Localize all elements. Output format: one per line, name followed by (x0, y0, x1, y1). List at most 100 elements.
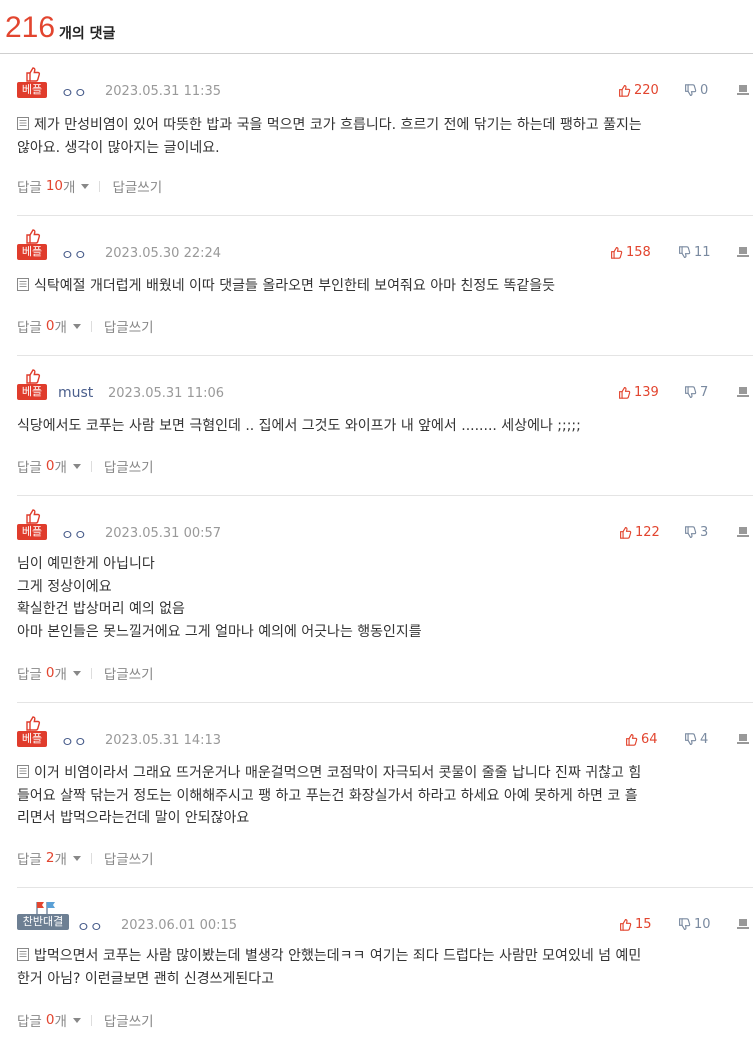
reply-unit: 개 (54, 667, 67, 683)
comment-date: 2023.05.31 11:35 (105, 84, 222, 99)
author-name[interactable]: ㅇㅇ (61, 732, 87, 752)
comment-line: 님이 예민한게 아닙니다 (17, 556, 155, 572)
thumbs-up-icon (610, 246, 623, 259)
author-name[interactable]: ㅇㅇ (77, 917, 103, 937)
best-thumb-icon (24, 228, 42, 244)
like-button[interactable]: 220 (618, 83, 659, 98)
reply-unit: 개 (54, 460, 67, 476)
like-count: 64 (641, 732, 658, 747)
document-icon (17, 948, 29, 961)
report-icon[interactable] (737, 526, 749, 538)
best-thumb-icon (24, 66, 42, 82)
comment-count-label: 개의 댓글 (59, 26, 116, 42)
like-count: 122 (635, 525, 660, 540)
reply-count: 0 (45, 458, 55, 474)
dislike-button[interactable]: 4 (684, 732, 708, 747)
dislike-button[interactable]: 0 (684, 83, 708, 98)
author-name[interactable]: must (58, 385, 93, 401)
chevron-down-icon (72, 323, 81, 329)
like-count: 15 (635, 917, 652, 932)
thumbs-up-icon (618, 84, 631, 97)
divider (90, 852, 92, 864)
write-reply-button[interactable]: 답글쓰기 (112, 176, 162, 196)
comment-line: 않아요. 생각이 많아지는 글이네요. (17, 139, 220, 156)
write-reply-button[interactable]: 답글쓰기 (104, 316, 154, 336)
best-badge: 베플 (17, 368, 47, 400)
reply-count: 0 (45, 665, 55, 681)
divider (90, 1014, 92, 1026)
dislike-button[interactable]: 11 (678, 245, 711, 260)
comment-date: 2023.05.31 14:13 (105, 733, 222, 748)
thumbs-up-icon (618, 386, 631, 399)
like-count: 158 (626, 245, 651, 260)
reply-count: 10 (45, 178, 64, 194)
comment-item: 찬반대결 ㅇㅇ 2023.06.01 00:15 15 10 밥먹으면서 코푸는… (17, 888, 753, 1042)
reply-label: 답글 (17, 460, 42, 476)
thumbs-down-icon (678, 918, 691, 931)
like-button[interactable]: 158 (610, 245, 651, 260)
badge-label: 베플 (17, 731, 47, 747)
comment-date: 2023.05.31 11:06 (108, 386, 225, 401)
reply-unit: 개 (54, 320, 67, 336)
best-badge: 베플 (17, 508, 47, 540)
reply-toggle[interactable]: 답글 10 개 답글쓰기 (17, 176, 162, 196)
reply-count: 2 (45, 850, 55, 866)
comment-line: 리면서 밥먹으라는건데 말이 안되잖아요 (17, 810, 250, 826)
like-button[interactable]: 122 (619, 525, 660, 540)
badge-label: 찬반대결 (17, 914, 69, 930)
author-name[interactable]: ㅇㅇ (61, 245, 87, 265)
comment-line: 확실한건 밥상머리 예의 없음 (17, 601, 185, 617)
comment-item: 베플 must 2023.05.31 11:06 139 7 식당에서도 코푸는… (17, 356, 753, 496)
report-icon[interactable] (737, 918, 749, 930)
comment-body: 밥먹으면서 코푸는 사람 많이봤는데 별생각 안했는데ㅋㅋ 여기는 죄다 드럽다… (17, 945, 745, 990)
report-icon[interactable] (737, 386, 749, 398)
reply-toggle[interactable]: 답글 0개 답글쓰기 (17, 316, 154, 336)
dislike-button[interactable]: 10 (678, 917, 711, 932)
dislike-button[interactable]: 7 (684, 385, 708, 400)
thumbs-down-icon (684, 526, 697, 539)
reply-unit: 개 (54, 1014, 67, 1030)
author-name[interactable]: ㅇㅇ (61, 525, 87, 545)
comment-date: 2023.06.01 00:15 (121, 918, 238, 933)
best-badge: 베플 (17, 715, 47, 747)
badge-label: 베플 (17, 524, 47, 540)
comment-line: 한거 아님? 이런글보면 괜히 신경쓰게된다고 (17, 970, 275, 987)
vs-badge: 찬반대결 (17, 900, 69, 930)
report-icon[interactable] (737, 733, 749, 745)
badge-label: 베플 (17, 244, 47, 260)
like-button[interactable]: 64 (625, 732, 658, 747)
reply-toggle[interactable]: 답글 2개 답글쓰기 (17, 848, 154, 868)
thumbs-down-icon (678, 246, 691, 259)
like-button[interactable]: 15 (619, 917, 652, 932)
like-count: 220 (634, 83, 659, 98)
comment-body: 제가 만성비염이 있어 따뜻한 밥과 국을 먹으면 코가 흐릅니다. 흐르기 전… (17, 114, 745, 159)
reply-toggle[interactable]: 답글 0개 답글쓰기 (17, 1010, 154, 1030)
best-badge: 베플 (17, 66, 47, 98)
divider (90, 460, 92, 472)
reply-toggle[interactable]: 답글 0개 답글쓰기 (17, 456, 154, 476)
comment-line: 식당에서도 코푸는 사람 보면 극혐인데 .. 집에서 그것도 와이프가 내 앞… (17, 418, 581, 434)
comment-line: 제가 만성비염이 있어 따뜻한 밥과 국을 먹으면 코가 흐릅니다. 흐르기 전… (34, 117, 642, 133)
dislike-count: 0 (700, 83, 709, 98)
comment-body: 식탁예절 개더럽게 배웠네 이따 댓글들 올라오면 부인한테 보여줘요 아마 친… (17, 275, 745, 298)
chevron-down-icon (72, 463, 81, 469)
like-button[interactable]: 139 (618, 385, 659, 400)
reply-toggle[interactable]: 답글 0개 답글쓰기 (17, 663, 154, 683)
chevron-down-icon (72, 670, 81, 676)
write-reply-button[interactable]: 답글쓰기 (104, 848, 154, 868)
write-reply-button[interactable]: 답글쓰기 (104, 456, 154, 476)
dislike-count: 4 (700, 732, 709, 747)
report-icon[interactable] (737, 246, 749, 258)
dislike-count: 10 (694, 917, 711, 932)
thumbs-down-icon (684, 733, 697, 746)
dislike-count: 3 (700, 525, 709, 540)
divider (99, 180, 101, 192)
reply-count: 0 (45, 318, 55, 334)
dislike-button[interactable]: 3 (684, 525, 708, 540)
write-reply-button[interactable]: 답글쓰기 (104, 663, 154, 683)
write-reply-button[interactable]: 답글쓰기 (104, 1010, 154, 1030)
report-icon[interactable] (737, 84, 749, 96)
chevron-down-icon (72, 855, 81, 861)
document-icon (17, 765, 29, 778)
author-name[interactable]: ㅇㅇ (61, 83, 87, 103)
